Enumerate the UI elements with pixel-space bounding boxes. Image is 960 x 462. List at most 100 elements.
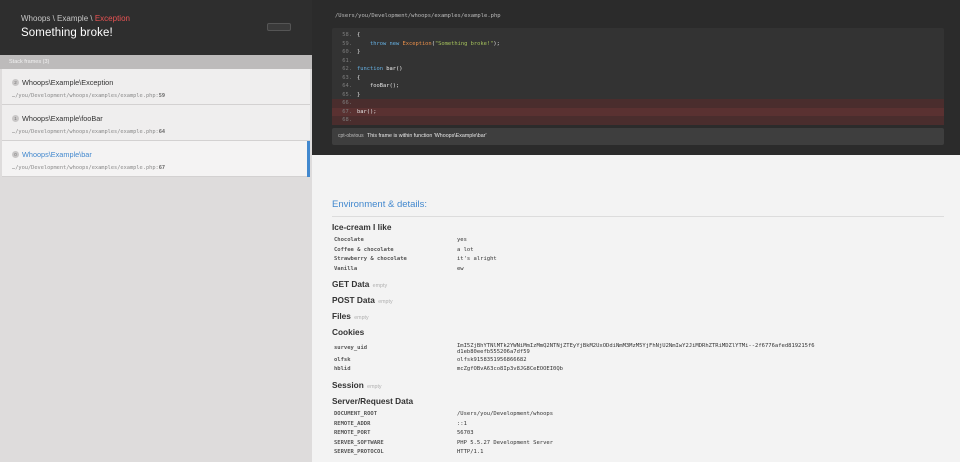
table-row: SERVER_SOFTWARE PHP 5.5.27 Development Se… — [332, 439, 944, 449]
frame-index: 0 — [12, 151, 19, 158]
table-row: hblid mcZgfOBvA63co8Ip3v8JG8CeEOOEI0Qb — [332, 365, 944, 375]
code-line: 65.} — [332, 91, 944, 100]
frame-index: 1 — [12, 115, 19, 122]
code-line-highlighted: 68. — [332, 116, 944, 125]
breadcrumb-separator: \ — [88, 14, 95, 23]
row-value: 56703 — [457, 430, 474, 437]
details-panel: /Users/you/Development/whoops/examples/e… — [312, 0, 960, 462]
line-text: function bar() — [357, 66, 403, 72]
code-line: 59. throw new Exception("Something broke… — [332, 40, 944, 49]
frame-line: 67 — [158, 165, 166, 171]
row-key: olfsk — [334, 356, 351, 363]
section-label: POST Data — [332, 295, 375, 306]
frame-file-path: …/you/Development/whoops/examples/exampl… — [12, 165, 156, 171]
line-number: 64. — [342, 83, 352, 89]
code-line: 58. { — [332, 31, 944, 40]
frame-file: …/you/Development/whoops/examples/exampl… — [12, 93, 166, 99]
row-key: DOCUMENT_ROOT — [334, 411, 378, 418]
row-key: survey_uid — [334, 345, 368, 352]
section-title-server: Server/Request Data — [332, 396, 414, 407]
row-key: REMOTE_ADDR — [334, 420, 371, 427]
section-title-session: Session empty — [332, 380, 944, 391]
row-key: SERVER_SOFTWARE — [334, 439, 384, 446]
exception-header: Whoops \ Example \ Exception Something b… — [0, 0, 312, 55]
section-title-cookies: Cookies — [332, 327, 365, 338]
empty-label: empty — [372, 283, 388, 290]
row-key: SERVER_PROTOCOL — [334, 449, 384, 456]
line-number: 65. — [342, 91, 352, 98]
line-text: { — [357, 32, 361, 38]
line-text: { — [357, 74, 361, 81]
table-row: survey_uid ImI5ZjBhYTNlMTk2YWNiMmIzMmQ2NT… — [332, 341, 944, 356]
line-text: } — [357, 91, 361, 98]
code-viewer: /Users/you/Development/whoops/examples/e… — [312, 0, 960, 155]
section-title-get: GET Data empty — [332, 279, 944, 290]
row-key: hblid — [334, 366, 351, 373]
copy-button[interactable] — [267, 23, 291, 31]
line-number: 61. — [342, 57, 352, 64]
section-title-icecream: Ice-cream I like — [332, 222, 392, 232]
line-text: bar(); — [357, 108, 377, 115]
row-key: Vanilla — [334, 265, 358, 272]
stack-frame-item[interactable]: 2 Whoops\Example\Exception …/you/Develop… — [2, 69, 310, 105]
table-row: REMOTE_ADDR::1 — [332, 420, 944, 430]
row-key: REMOTE_PORT — [334, 430, 371, 437]
frame-function: Whoops\Example\Exception — [22, 78, 114, 87]
stack-frames-label: Stack frames (3) — [0, 55, 312, 69]
frame-file-path: …/you/Development/whoops/examples/exampl… — [12, 129, 156, 135]
code-file-path[interactable]: /Users/you/Development/whoops/examples/e… — [335, 13, 501, 19]
line-number: 59. — [342, 40, 352, 47]
table-row: SERVER_PROTOCOL HTTP/1.1 — [332, 448, 944, 458]
row-value: /Users/you/Development/whoops — [457, 411, 554, 418]
line-number: 68. — [342, 117, 352, 123]
frame-file: …/you/Development/whoops/examples/exampl… — [12, 165, 166, 171]
comment-text: This frame is within function 'Whoops\Ex… — [366, 133, 487, 139]
stack-frame-item[interactable]: 1 Whoops\Example\fooBar …/you/Developmen… — [2, 105, 310, 141]
section-title-files: Files empty — [332, 311, 944, 322]
table-row: olfsk olfsk9158351956866682 — [332, 356, 944, 366]
code-line-error: 67. bar(); — [332, 107, 944, 116]
cookies-table: survey_uid ImI5ZjBhYTNlMTk2YWNiMmIzMmQ2NT… — [332, 341, 944, 375]
table-row: Coffee & chocolate a lot — [332, 246, 944, 256]
code-line: 63. { — [332, 74, 944, 83]
row-value: mcZgfOBvA63co8Ip3v8JG8CeEOOEI0Qb — [457, 366, 563, 373]
table-row: REMOTE_PORT 56703 — [332, 429, 944, 439]
frame-file: …/you/Development/whoops/examples/exampl… — [12, 129, 166, 135]
stack-panel: Whoops \ Example \ Exception Something b… — [0, 0, 312, 462]
details-heading: Environment & details: — [332, 199, 944, 217]
section-label: Files — [332, 311, 351, 322]
frame-index: 2 — [12, 79, 19, 86]
empty-label: empty — [378, 299, 393, 306]
row-value: ::1 — [457, 420, 467, 427]
section-label: GET Data — [332, 279, 370, 290]
stack-frame-item-active[interactable]: 0 Whoops\Example\bar …/you/Development/w… — [2, 141, 310, 177]
code-line: 61. — [332, 57, 944, 66]
frame-function: Whoops\Example\bar — [22, 150, 92, 159]
line-number: 62. — [342, 66, 352, 72]
row-value: yes — [457, 237, 467, 243]
table-row: Chocolate yes — [332, 236, 944, 246]
code-line-highlighted: 66. — [332, 99, 944, 108]
breadcrumb-namespace: Whoops — [21, 14, 51, 23]
line-number: 66. — [342, 100, 352, 106]
line-text: } — [357, 49, 361, 55]
row-value: ImI5ZjBhYTNlMTk2YWNiMmIzMmQ2NTNjZTEyYjBk… — [457, 342, 815, 356]
code-block: 58. { 59. throw new Exception("Something … — [332, 28, 944, 125]
line-number: 67. — [342, 108, 352, 115]
table-row: Vanilla ew — [332, 265, 944, 275]
row-key: Coffee & chocolate — [334, 246, 394, 253]
table-row: DOCUMENT_ROOT/Users/you/Development/whoo… — [332, 410, 944, 420]
breadcrumb-example: Example — [57, 14, 89, 23]
table-row: Strawberry & chocolate it's alright — [332, 255, 944, 265]
empty-label: empty — [367, 384, 382, 391]
section-title-post: POST Data empty — [332, 295, 944, 306]
breadcrumb-exception-class: Exception — [94, 14, 130, 23]
section-label: Session — [332, 380, 364, 391]
line-number: 58. — [342, 32, 352, 38]
frame-line: 64 — [158, 129, 166, 135]
empty-label: empty — [354, 315, 369, 322]
frame-function: Whoops\Example\fooBar — [22, 114, 103, 123]
row-value: ew — [457, 265, 464, 272]
line-number: 60. — [342, 49, 352, 55]
code-line: 62. function bar() — [332, 65, 944, 74]
